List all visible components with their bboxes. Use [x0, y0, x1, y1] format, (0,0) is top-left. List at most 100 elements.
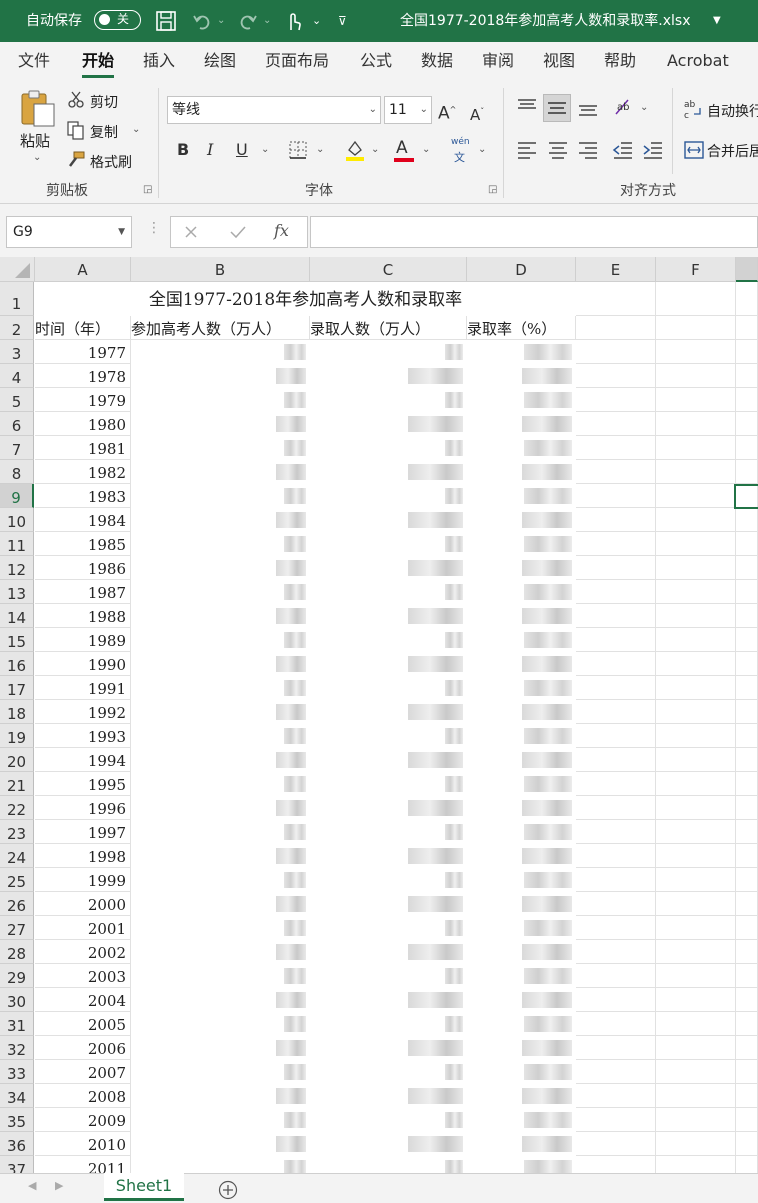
table-cell[interactable] [736, 1060, 758, 1084]
table-cell[interactable] [576, 484, 656, 508]
redacted-cell[interactable] [467, 964, 576, 988]
table-cell[interactable] [576, 340, 656, 364]
redacted-cell[interactable] [467, 628, 576, 652]
year-cell[interactable]: 1991 [35, 676, 131, 700]
copy-button[interactable]: 复制 [90, 122, 118, 142]
redacted-cell[interactable] [467, 1156, 576, 1173]
redacted-cell[interactable] [467, 676, 576, 700]
redacted-cell[interactable] [310, 676, 467, 700]
redacted-cell[interactable] [310, 844, 467, 868]
column-header-b[interactable]: B [131, 257, 310, 282]
table-cell[interactable] [656, 282, 736, 316]
redacted-cell[interactable] [467, 484, 576, 508]
phonetic-dropdown-icon[interactable]: ⌄ [478, 144, 486, 155]
orientation-icon[interactable]: ab [612, 96, 636, 118]
redacted-cell[interactable] [467, 916, 576, 940]
row-header[interactable]: 20 [0, 748, 34, 772]
table-cell[interactable] [736, 282, 758, 316]
redacted-cell[interactable] [131, 532, 310, 556]
redo-dropdown-icon[interactable]: ⌄ [263, 0, 271, 42]
table-cell[interactable] [656, 1108, 736, 1132]
year-cell[interactable]: 2005 [35, 1012, 131, 1036]
row-header[interactable]: 28 [0, 940, 34, 964]
undo-icon[interactable] [192, 11, 212, 31]
redacted-cell[interactable] [467, 844, 576, 868]
redacted-cell[interactable] [467, 556, 576, 580]
table-cell[interactable] [656, 412, 736, 436]
redacted-cell[interactable] [131, 796, 310, 820]
table-cell[interactable] [736, 916, 758, 940]
year-cell[interactable]: 1992 [35, 700, 131, 724]
year-cell[interactable]: 1988 [35, 604, 131, 628]
row-header[interactable]: 15 [0, 628, 34, 652]
year-cell[interactable]: 1996 [35, 796, 131, 820]
table-cell[interactable] [736, 1156, 758, 1173]
redacted-cell[interactable] [131, 940, 310, 964]
table-cell[interactable] [736, 580, 758, 604]
table-cell[interactable] [576, 1084, 656, 1108]
row-header[interactable]: 26 [0, 892, 34, 916]
table-cell[interactable] [736, 556, 758, 580]
tab-view[interactable]: 视图 [543, 42, 575, 82]
formula-input[interactable] [310, 216, 758, 248]
table-cell[interactable] [656, 316, 736, 340]
redacted-cell[interactable] [131, 724, 310, 748]
align-left-icon[interactable] [516, 140, 538, 160]
next-sheet-icon[interactable]: ▶ [55, 1179, 63, 1192]
column-title-cell[interactable]: 参加高考人数（万人） [131, 316, 310, 340]
paste-icon[interactable] [18, 88, 58, 128]
year-cell[interactable]: 1981 [35, 436, 131, 460]
table-cell[interactable] [576, 724, 656, 748]
table-cell[interactable] [736, 604, 758, 628]
row-header[interactable]: 13 [0, 580, 34, 604]
redacted-cell[interactable] [310, 580, 467, 604]
redacted-cell[interactable] [467, 508, 576, 532]
redacted-cell[interactable] [131, 676, 310, 700]
row-header[interactable]: 5 [0, 388, 34, 412]
row-header[interactable]: 32 [0, 1036, 34, 1060]
table-cell[interactable] [736, 964, 758, 988]
table-cell[interactable] [656, 844, 736, 868]
redacted-cell[interactable] [131, 772, 310, 796]
table-cell[interactable] [576, 412, 656, 436]
table-cell[interactable] [576, 628, 656, 652]
customize-toolbar-icon[interactable]: ⊽ [338, 0, 347, 42]
tab-page-layout[interactable]: 页面布局 [265, 42, 329, 82]
table-cell[interactable] [656, 772, 736, 796]
redacted-cell[interactable] [467, 988, 576, 1012]
clipboard-launcher-icon[interactable]: ◲ [143, 184, 152, 195]
underline-button[interactable]: U [236, 140, 248, 160]
row-header[interactable]: 10 [0, 508, 34, 532]
borders-icon[interactable] [288, 140, 308, 160]
redacted-cell[interactable] [131, 364, 310, 388]
row-header[interactable]: 2 [0, 316, 34, 340]
row-header[interactable]: 7 [0, 436, 34, 460]
table-cell[interactable] [656, 532, 736, 556]
row-header[interactable]: 35 [0, 1108, 34, 1132]
touch-mode-icon[interactable] [284, 10, 304, 32]
decrease-font-size-icon[interactable]: Aˇ [470, 102, 484, 125]
redacted-cell[interactable] [310, 1084, 467, 1108]
table-cell[interactable] [656, 556, 736, 580]
table-cell[interactable] [656, 340, 736, 364]
redacted-cell[interactable] [467, 1132, 576, 1156]
align-right-icon[interactable] [577, 140, 599, 160]
year-cell[interactable]: 1989 [35, 628, 131, 652]
redacted-cell[interactable] [310, 652, 467, 676]
decrease-indent-icon[interactable] [612, 140, 634, 160]
redacted-cell[interactable] [467, 1084, 576, 1108]
redacted-cell[interactable] [310, 628, 467, 652]
name-box[interactable]: G9 ▼ [6, 216, 132, 248]
table-cell[interactable] [576, 556, 656, 580]
table-cell[interactable] [656, 364, 736, 388]
redacted-cell[interactable] [131, 340, 310, 364]
redacted-cell[interactable] [467, 436, 576, 460]
row-header[interactable]: 3 [0, 340, 34, 364]
redacted-cell[interactable] [467, 652, 576, 676]
merge-center-button[interactable]: 合并后居中 [707, 141, 758, 161]
year-cell[interactable]: 1990 [35, 652, 131, 676]
tab-data[interactable]: 数据 [421, 42, 453, 82]
row-header[interactable]: 9 [0, 484, 34, 508]
year-cell[interactable]: 1987 [35, 580, 131, 604]
filename-dropdown-icon[interactable]: ▼ [713, 0, 721, 42]
